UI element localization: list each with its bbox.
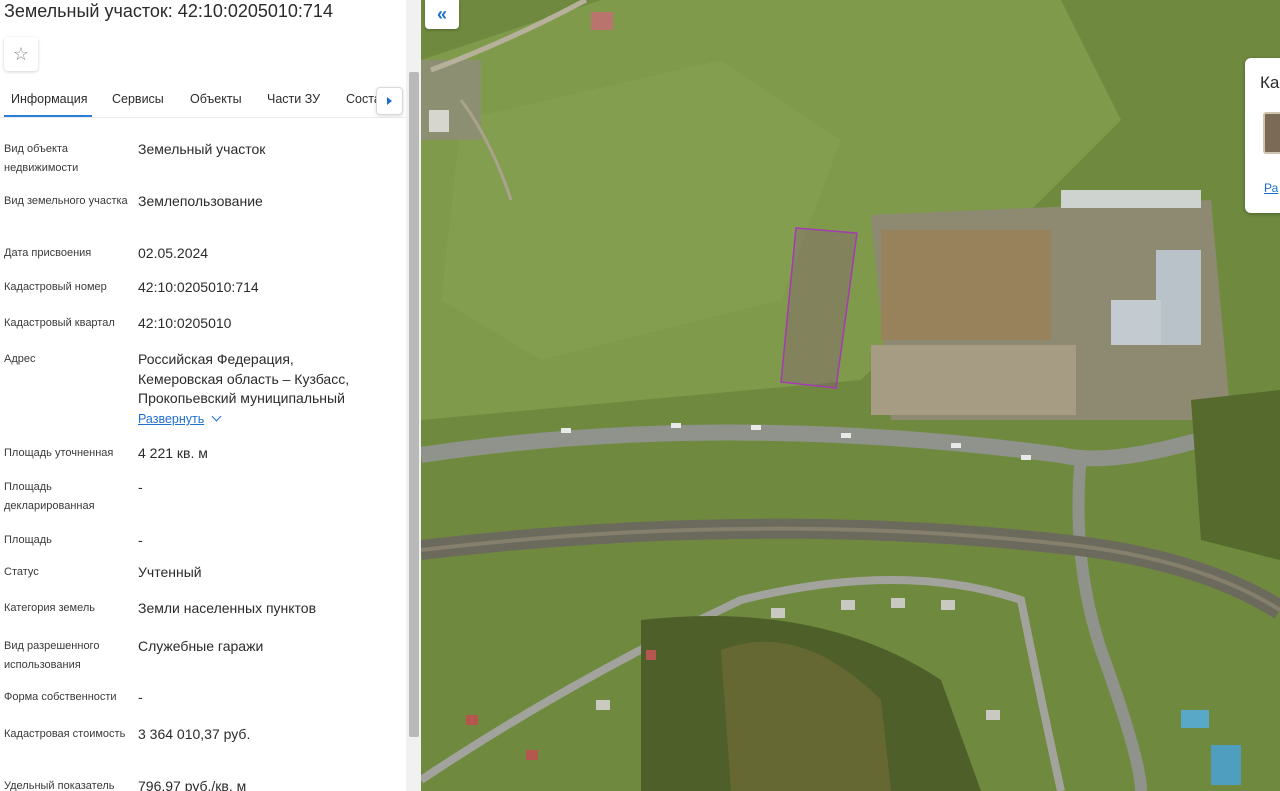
property-value: - [138,479,143,495]
property-value: 4 221 кв. м [138,445,208,461]
property-label: Вид разрешенного использования [4,640,100,671]
property-label: Адрес [4,353,36,365]
tabs-scroll-right-button[interactable] [376,87,403,115]
info-card-link[interactable]: Ра [1264,181,1278,195]
tab-services[interactable]: Сервисы [112,92,164,106]
active-tab-indicator [4,115,92,117]
property-label: Вид объекта недвижимости [4,143,79,174]
tab-objects[interactable]: Объекты [190,92,242,106]
tab-information[interactable]: Информация [11,92,88,106]
property-value: 42:10:0205010 [138,315,232,331]
chevron-down-icon [211,411,222,422]
address-value: Российская Федерация, Кемеровская област… [138,351,350,406]
property-label: Дата присвоения [4,247,92,259]
info-card-thumbnail[interactable] [1263,112,1280,154]
property-label: Кадастровый квартал [4,317,115,329]
property-value: Служебные гаражи [138,638,264,654]
property-label: Площадь уточненная [4,447,114,459]
property-label: Статус [4,566,39,578]
info-panel: Земельный участок: 42:10:0205010:714 ☆ И… [0,0,421,791]
property-value: Землепользование [138,193,263,209]
property-label: Кадастровая стоимость [4,728,126,740]
property-value: - [138,532,143,548]
property-label: Вид земельного участка [4,195,128,207]
map-info-card[interactable]: Ка Ра [1245,58,1280,213]
property-label: Кадастровый номер [4,281,107,293]
tab-bar: Информация Сервисы Объекты Части ЗУ Сост… [0,84,406,118]
favorite-button[interactable]: ☆ [4,37,38,71]
satellite-map[interactable] [421,0,1280,791]
info-card-title: Ка [1260,73,1280,92]
star-icon: ☆ [12,43,30,64]
collapse-panel-button[interactable]: « [425,0,459,29]
expand-address-link[interactable]: Развернуть [138,411,222,426]
property-value: 42:10:0205010:714 [138,279,259,295]
property-label: Площадь [4,534,52,546]
chevron-right-icon [387,97,392,105]
property-value: - [138,689,143,705]
property-value: 796,97 руб./кв. м [138,778,247,791]
property-value: Учтенный [138,564,202,580]
property-value: 02.05.2024 [138,245,209,261]
property-label: Категория земель [4,602,95,614]
property-label: Удельный показатель [4,780,115,791]
property-value: 3 364 010,37 руб. [138,726,251,742]
property-label: Площадь декларированная [4,481,95,512]
tab-parts[interactable]: Части ЗУ [267,92,320,106]
double-chevron-left-icon: « [436,4,447,24]
property-label: Форма собственности [4,691,117,703]
map-imagery [421,0,1280,791]
panel-scrollbar-thumb[interactable] [409,72,419,737]
property-value: Земельный участок [138,141,266,157]
property-value: Земли населенных пунктов [138,600,317,616]
expand-label: Развернуть [138,412,205,426]
page-title: Земельный участок: 42:10:0205010:714 [4,1,333,21]
